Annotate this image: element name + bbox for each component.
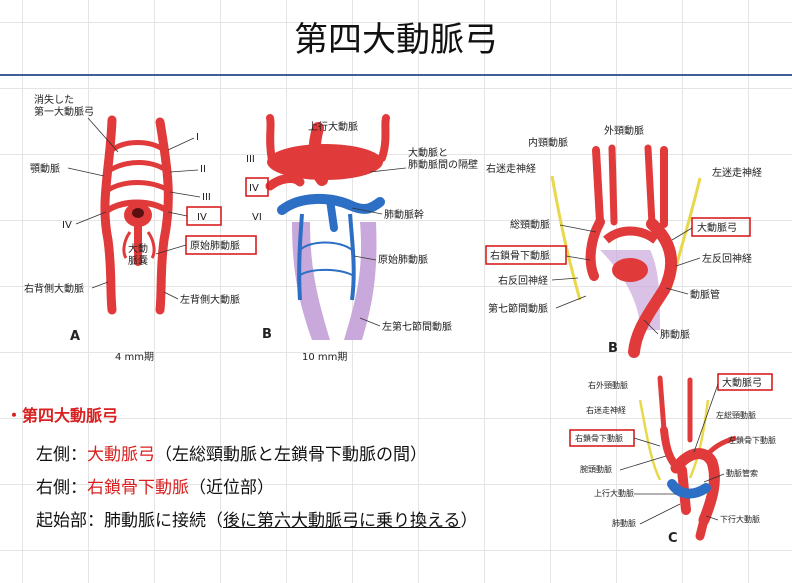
label-right-vagus-b2: 右迷走神経: [486, 162, 536, 175]
label-aortic-arch-b2: 大動脈弓: [697, 221, 737, 234]
label-aortic-arch-c: 大動脈弓: [722, 376, 762, 389]
label-ductus: 動脈管: [690, 288, 720, 301]
aortic-sac-lumen: [132, 208, 144, 218]
label-descending-c: 下行大動脈: [720, 514, 760, 524]
label-seventh-inter: 第七節間動脈: [488, 302, 548, 315]
panel-c: 右外頸動脈 大動脈弓 右迷走神経 左総頸動脈 右鎖骨下動脈 左鎖骨下動脈 腕頭動…: [569, 373, 776, 546]
label-septum-b: 大動脈と肺動脈間の隔壁: [408, 146, 478, 171]
left-rest: （左総頸動脈と左鎖骨下動脈の間）: [155, 445, 427, 465]
label-pulmonary-c: 肺動脈: [612, 518, 636, 528]
label-left-vagus-b2: 左迷走神経: [712, 166, 762, 179]
text-line: 肺動脈間の隔壁: [408, 158, 478, 171]
label-arch-III: III: [202, 192, 211, 203]
label-primitive-pulm: 原始肺動脈: [190, 239, 240, 252]
right-vagus-nerve: [550, 175, 582, 301]
right-carotid-b2: [592, 146, 604, 226]
primitive-pulm-right-b: [348, 213, 356, 301]
arch-III: [106, 180, 170, 193]
panel-b: 上行大動脈 III IV VI 大動脈と肺動脈間の隔壁 肺動脈幹 原始肺動脈 左…: [245, 114, 478, 363]
primitive-pulmonary-right: [146, 231, 156, 259]
label-aortic-sac: 大動脈嚢: [128, 242, 148, 267]
label-arch-IV-box: IV: [197, 212, 207, 223]
label-left-subclavian-c: 左鎖骨下動脈: [728, 435, 776, 445]
label-seventh-b: 左第七節間動脈: [382, 320, 452, 333]
label-common-carotid-b2: 総頸動脈: [510, 218, 550, 231]
panel-b-stage: 10 mm期: [302, 351, 347, 363]
panel-b2-letter: B: [608, 341, 618, 356]
label-arch-I: I: [196, 132, 199, 143]
label-internal-carotid: 内頸動脈: [528, 136, 568, 149]
arch-II: [108, 160, 168, 173]
label-ascending-aorta-b: 上行大動脈: [308, 120, 358, 133]
label-arch-IV-left: IV: [62, 220, 72, 231]
label-right-dorsal-aorta: 右背側大動脈: [24, 282, 84, 295]
label-ligamentum-c: 動脈管索: [726, 468, 758, 478]
panel-a-letter: A: [70, 329, 80, 344]
pulm-trunk-b: [326, 196, 338, 232]
panel-b-letter: B: [262, 327, 272, 342]
label-brachiocephalic-c: 腕頭動脈: [580, 464, 612, 474]
right-external-carotid-c: [657, 375, 667, 433]
bullet-heading: ・第四大動脈弓: [6, 406, 119, 425]
text-line: 消失した: [34, 93, 74, 106]
origin-suffix: ）: [460, 511, 478, 531]
text-line: 大動脈と: [408, 146, 448, 159]
label-right-vagus-c: 右迷走神経: [586, 405, 626, 415]
left-prefix: 左側：: [36, 445, 87, 465]
text-line: 脈嚢: [128, 254, 148, 267]
arch-bridge-b2: [603, 226, 659, 244]
label-arch-IV-b: IV: [249, 183, 259, 194]
panel-a-stage: 4 mm期: [115, 351, 154, 363]
panel-c-letter: C: [668, 531, 678, 546]
right-prefix: 右側：: [36, 478, 87, 498]
label-arch-VI-b: VI: [252, 212, 262, 223]
right-red: 右鎖骨下動脈: [87, 478, 189, 498]
text-line: 大動: [128, 242, 148, 255]
label-pulm-trunk-b: 肺動脈幹: [384, 208, 424, 221]
right-subclavian-b2: [585, 217, 605, 281]
bullet-left-side: 左側：大動脈弓（左総頸動脈と左鎖骨下動脈の間）: [36, 440, 427, 465]
label-right-recurrent: 右反回神経: [498, 274, 548, 287]
bullet-right-side: 右側：右鎖骨下動脈（近位部）: [36, 473, 274, 498]
left-carotid-b2: [644, 144, 656, 228]
carotid-right-b: [378, 114, 390, 162]
right-vagus-c: [638, 399, 662, 481]
descending-aorta-c: [695, 515, 709, 541]
label-pulmonary-b2: 肺動脈: [660, 328, 690, 341]
label-arch-III-b: III: [246, 154, 255, 165]
label-primitive-pulm-b: 原始肺動脈: [378, 253, 428, 266]
text-line: 第一大動脈弓: [34, 105, 94, 118]
label-left-dorsal-aorta: 左背側大動脈: [180, 293, 240, 306]
origin-prefix: 起始部：肺動脈に接続（: [36, 511, 223, 531]
arch-IV-b: [265, 174, 305, 191]
arch-I: [110, 140, 166, 153]
label-right-external-carotid-c: 右外頸動脈: [588, 380, 628, 390]
left-red: 大動脈弓: [87, 445, 155, 465]
label-right-subclavian-b2: 右鎖骨下動脈: [490, 249, 550, 262]
label-right-subclavian-c: 右鎖骨下動脈: [575, 433, 623, 443]
origin-underlined: 後に第六大動脈弓に乗り換える: [223, 511, 461, 531]
carotid-left-b: [266, 114, 276, 164]
label-vanished-arch: 消失した第一大動脈弓: [34, 93, 94, 118]
label-left-common-carotid-c: 左総頸動脈: [716, 410, 756, 420]
label-external-carotid: 外頸動脈: [604, 124, 644, 137]
panel-b2: 内頸動脈 外頸動脈 右迷走神経 左迷走神経 総頸動脈 大動脈弓 右鎖骨下動脈 左…: [485, 124, 762, 358]
label-carotid: 顎動脈: [30, 162, 60, 175]
pulm-root-b2: [612, 258, 648, 282]
right-carotid-b2-inner: [608, 144, 618, 226]
label-left-recurrent: 左反回神経: [702, 252, 752, 265]
pulmonary-c: [667, 479, 711, 499]
panel-a: 消失した第一大動脈弓 顎動脈 I II III IV IV 大動脈嚢 原始肺動脈…: [24, 93, 257, 363]
label-ascending-c: 上行大動脈: [594, 488, 634, 498]
label-arch-II: II: [200, 164, 206, 175]
right-rest: （近位部）: [189, 478, 274, 498]
bullet-origin: 起始部：肺動脈に接続（後に第六大動脈弓に乗り換える）: [36, 506, 478, 531]
